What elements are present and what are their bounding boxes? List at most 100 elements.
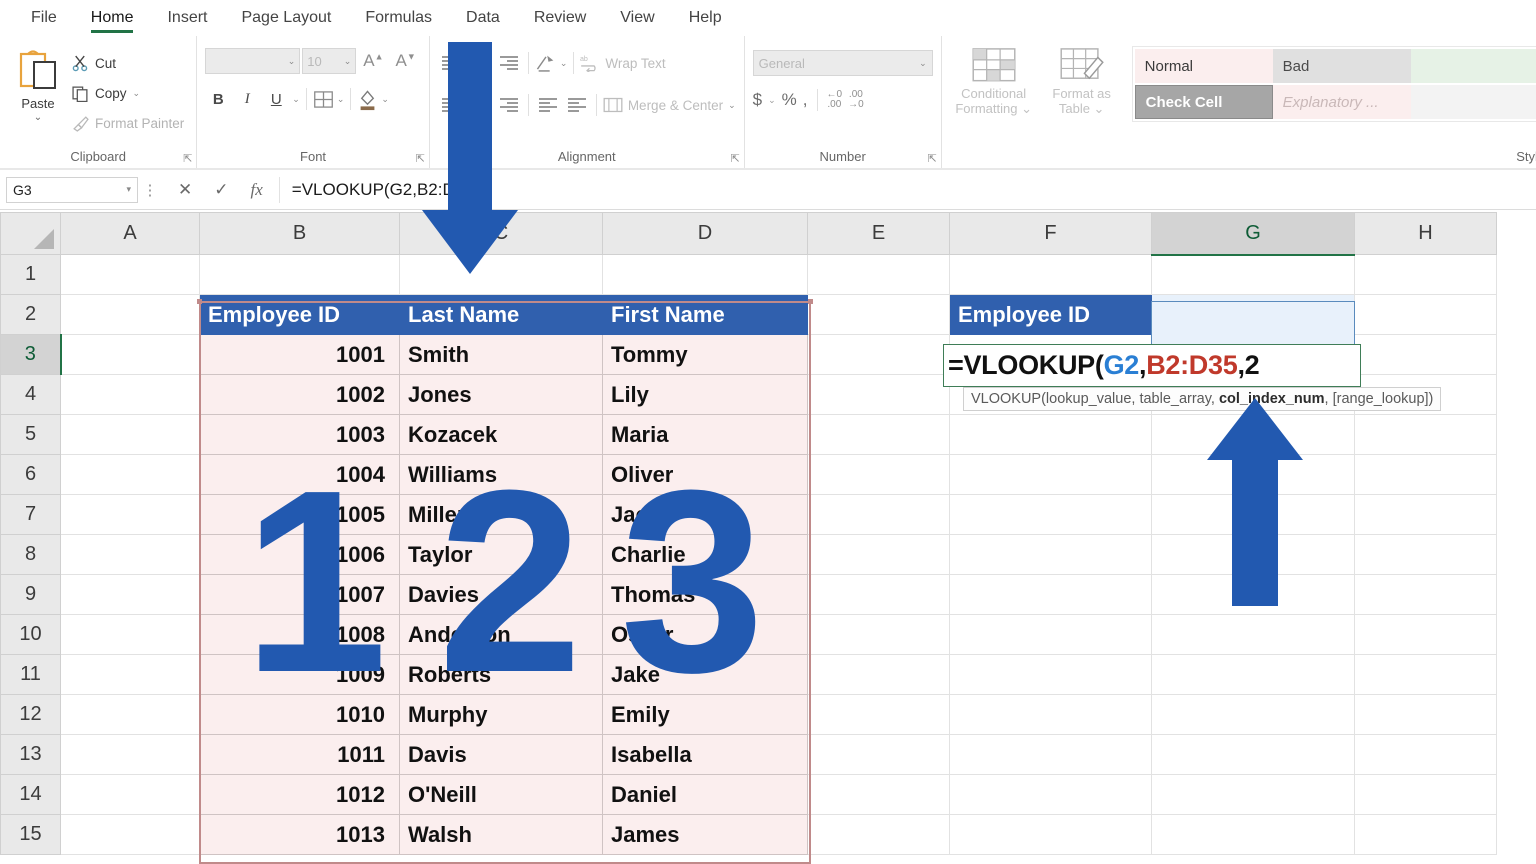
tab-home[interactable]: Home bbox=[74, 0, 151, 36]
cell-f14[interactable] bbox=[949, 774, 1152, 815]
tab-help[interactable]: Help bbox=[672, 0, 739, 36]
cell-e3[interactable] bbox=[807, 334, 950, 375]
cell-e12[interactable] bbox=[807, 694, 950, 735]
tab-insert[interactable]: Insert bbox=[150, 0, 224, 36]
cell-b2[interactable]: Employee ID bbox=[199, 294, 400, 335]
tab-page-layout[interactable]: Page Layout bbox=[224, 0, 348, 36]
format-as-table-button[interactable]: Format as Table ⌄ bbox=[1038, 46, 1126, 116]
align-center-button[interactable] bbox=[467, 94, 493, 116]
column-header-c[interactable]: C bbox=[399, 212, 603, 255]
row-header-5[interactable]: 5 bbox=[0, 414, 61, 455]
font-size-chevron-down-icon[interactable]: ⌄ bbox=[344, 56, 352, 67]
font-size-input[interactable]: 10 ⌄ bbox=[302, 48, 357, 74]
cell-c3[interactable]: Smith bbox=[399, 334, 603, 375]
row-header-6[interactable]: 6 bbox=[0, 454, 61, 495]
cell-d1[interactable] bbox=[602, 254, 808, 295]
cell-h13[interactable] bbox=[1354, 734, 1497, 775]
cell-b14[interactable]: 1012 bbox=[199, 774, 400, 815]
cell-d3[interactable]: Tommy bbox=[602, 334, 808, 375]
select-all-corner[interactable] bbox=[0, 212, 61, 255]
cell-h3[interactable] bbox=[1354, 334, 1497, 375]
number-format-select[interactable]: General ⌄ bbox=[752, 50, 933, 76]
column-header-e[interactable]: E bbox=[807, 212, 950, 255]
format-painter-button[interactable]: Format Painter bbox=[68, 110, 188, 137]
cell-f2[interactable]: Employee ID bbox=[949, 294, 1152, 335]
decrease-font-size-button[interactable]: A▼ bbox=[391, 51, 421, 71]
cell-c14[interactable]: O'Neill bbox=[399, 774, 603, 815]
cell-b15[interactable]: 1013 bbox=[199, 814, 400, 855]
paste-button[interactable]: Paste ⌄ bbox=[8, 44, 68, 123]
cell-a3[interactable] bbox=[60, 334, 200, 375]
cell-g3-editor[interactable]: =VLOOKUP(G2, B2:D35, 2 bbox=[943, 344, 1361, 387]
italic-button[interactable]: I bbox=[234, 86, 260, 112]
copy-chevron-down-icon[interactable]: ⌄ bbox=[133, 88, 141, 99]
cell-e8[interactable] bbox=[807, 534, 950, 575]
cell-h8[interactable] bbox=[1354, 534, 1497, 575]
currency-button[interactable]: $ bbox=[753, 90, 762, 110]
cell-g15[interactable] bbox=[1151, 814, 1355, 855]
orientation-chevron-down-icon[interactable]: ⌄ bbox=[560, 58, 568, 69]
cell-g7[interactable] bbox=[1151, 494, 1355, 535]
font-name-input[interactable]: ⌄ bbox=[205, 48, 301, 74]
cell-b13[interactable]: 1011 bbox=[199, 734, 400, 775]
paste-chevron-down-icon[interactable]: ⌄ bbox=[34, 112, 42, 123]
tab-formulas[interactable]: Formulas bbox=[348, 0, 449, 36]
cell-h12[interactable] bbox=[1354, 694, 1497, 735]
cell-h7[interactable] bbox=[1354, 494, 1497, 535]
tab-view[interactable]: View bbox=[603, 0, 671, 36]
borders-chevron-down-icon[interactable]: ⌄ bbox=[337, 94, 345, 105]
bold-button[interactable]: B bbox=[205, 86, 231, 112]
row-header-10[interactable]: 10 bbox=[0, 614, 61, 655]
row-header-4[interactable]: 4 bbox=[0, 374, 61, 415]
cell-f5[interactable] bbox=[949, 414, 1152, 455]
align-left-button[interactable] bbox=[438, 94, 464, 116]
cell-a13[interactable] bbox=[60, 734, 200, 775]
underline-chevron-down-icon[interactable]: ⌄ bbox=[292, 94, 300, 105]
cell-a7[interactable] bbox=[60, 494, 200, 535]
cell-g13[interactable] bbox=[1151, 734, 1355, 775]
fill-color-chevron-down-icon[interactable]: ⌄ bbox=[381, 94, 389, 105]
cell-a15[interactable] bbox=[60, 814, 200, 855]
style-blank[interactable] bbox=[1410, 85, 1536, 119]
formula-input[interactable]: =VLOOKUP(G2,B2:D35,2 bbox=[278, 176, 1530, 203]
row-header-2[interactable]: 2 bbox=[0, 294, 61, 335]
cell-a2[interactable] bbox=[60, 294, 200, 335]
cell-f7[interactable] bbox=[949, 494, 1152, 535]
clipboard-dialog-launcher-icon[interactable]: ⇱ bbox=[183, 152, 192, 165]
row-header-11[interactable]: 11 bbox=[0, 654, 61, 695]
cell-b1[interactable] bbox=[199, 254, 400, 295]
name-box[interactable]: G3 ▾ bbox=[6, 176, 138, 203]
align-right-button[interactable] bbox=[496, 94, 522, 116]
cell-g5[interactable] bbox=[1151, 414, 1355, 455]
cancel-formula-icon[interactable]: ✕ bbox=[178, 180, 192, 200]
cell-c13[interactable]: Davis bbox=[399, 734, 603, 775]
cell-g9[interactable] bbox=[1151, 574, 1355, 615]
cell-e5[interactable] bbox=[807, 414, 950, 455]
merge-center-button[interactable]: Merge & Center ⌄ bbox=[603, 92, 736, 118]
formula-bar-more-icon[interactable]: ⋮ bbox=[138, 181, 162, 199]
cell-a11[interactable] bbox=[60, 654, 200, 695]
cell-f11[interactable] bbox=[949, 654, 1152, 695]
cell-e9[interactable] bbox=[807, 574, 950, 615]
conditional-formatting-button[interactable]: Conditional Formatting ⌄ bbox=[950, 46, 1038, 116]
cell-g8[interactable] bbox=[1151, 534, 1355, 575]
style-check-cell[interactable]: Check Cell bbox=[1134, 85, 1273, 119]
cell-d2[interactable]: First Name bbox=[602, 294, 808, 335]
align-top-button[interactable] bbox=[438, 52, 464, 74]
cell-h15[interactable] bbox=[1354, 814, 1497, 855]
cell-e14[interactable] bbox=[807, 774, 950, 815]
increase-decimal-button[interactable]: ←0.00 bbox=[827, 90, 843, 110]
style-normal[interactable]: Normal bbox=[1134, 49, 1273, 83]
style-good[interactable] bbox=[1410, 49, 1536, 83]
cell-g1[interactable] bbox=[1151, 254, 1355, 295]
merge-chevron-down-icon[interactable]: ⌄ bbox=[728, 100, 736, 111]
cell-b4[interactable]: 1002 bbox=[199, 374, 400, 415]
cell-c15[interactable]: Walsh bbox=[399, 814, 603, 855]
cell-g10[interactable] bbox=[1151, 614, 1355, 655]
cell-d14[interactable]: Daniel bbox=[602, 774, 808, 815]
align-middle-button[interactable] bbox=[467, 52, 493, 74]
cell-e7[interactable] bbox=[807, 494, 950, 535]
cell-a6[interactable] bbox=[60, 454, 200, 495]
tab-review[interactable]: Review bbox=[517, 0, 603, 36]
row-header-8[interactable]: 8 bbox=[0, 534, 61, 575]
